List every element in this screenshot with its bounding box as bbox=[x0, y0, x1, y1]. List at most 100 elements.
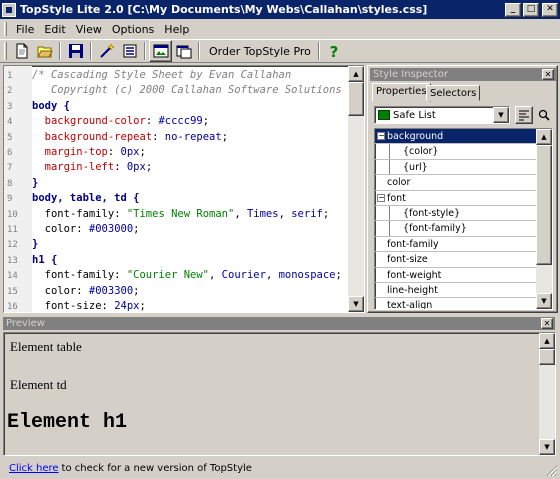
code-line[interactable]: 6 margin-top: 0px; bbox=[4, 145, 350, 160]
code-line[interactable]: 15 color: #003300; bbox=[4, 284, 350, 299]
search-button[interactable] bbox=[535, 106, 553, 124]
preview-close-button[interactable]: ✕ bbox=[541, 318, 553, 329]
open-folder-icon bbox=[36, 46, 53, 58]
code-line[interactable]: 2 Copyright (c) 2000 Callahan Software S… bbox=[4, 83, 350, 98]
toolbar-separator bbox=[144, 42, 146, 60]
menu-grip bbox=[4, 22, 7, 36]
property-row[interactable]: color bbox=[375, 175, 538, 191]
close-button[interactable]: ✕ bbox=[542, 2, 558, 17]
property-row[interactable]: line-height bbox=[375, 283, 538, 299]
menu-view[interactable]: View bbox=[71, 23, 107, 36]
sort-icon bbox=[519, 110, 529, 121]
code-token: font-family: bbox=[32, 269, 127, 282]
code-token: background-repeat bbox=[44, 130, 153, 143]
menu-help[interactable]: Help bbox=[159, 23, 194, 36]
save-button[interactable] bbox=[64, 40, 87, 62]
scroll-thumb[interactable] bbox=[348, 82, 364, 116]
code-token: no-repeat bbox=[164, 130, 222, 143]
code-line[interactable]: 14 font-family: "Courier New", Courier, … bbox=[4, 268, 350, 283]
line-number: 10 bbox=[7, 209, 18, 220]
status-bar: Click here to check for a new version of… bbox=[0, 458, 560, 479]
code-line[interactable]: 13 h1 { bbox=[4, 253, 350, 268]
code-line[interactable]: 9 body, table, td { bbox=[4, 191, 350, 206]
code-token: "Courier New" bbox=[126, 269, 210, 282]
help-icon: ? bbox=[330, 43, 339, 59]
code-line[interactable]: 10 font-family: "Times New Roman", Times… bbox=[4, 207, 350, 222]
open-button[interactable] bbox=[33, 40, 56, 62]
order-topstyle-pro-button[interactable]: Order TopStyle Pro bbox=[205, 41, 315, 61]
property-row[interactable]: text-align bbox=[375, 298, 538, 309]
property-row[interactable]: font-weight bbox=[375, 268, 538, 283]
line-number: 7 bbox=[7, 163, 13, 174]
inspector-close-button[interactable]: ✕ bbox=[542, 69, 554, 80]
preview-scrollbar[interactable]: ▲ ▼ bbox=[539, 333, 555, 455]
new-file-button[interactable] bbox=[10, 40, 33, 62]
check-update-link[interactable]: Click here bbox=[9, 463, 59, 474]
property-row[interactable]: {font-style} bbox=[375, 206, 538, 222]
property-row[interactable]: − background bbox=[375, 129, 538, 145]
code-token: background-color bbox=[44, 115, 146, 128]
maximize-button[interactable]: □ bbox=[523, 2, 539, 17]
code-line[interactable]: 8} bbox=[4, 176, 350, 191]
property-row[interactable]: − font bbox=[375, 191, 538, 206]
scroll-up-button[interactable]: ▲ bbox=[539, 333, 555, 349]
property-row[interactable]: font-size bbox=[375, 252, 538, 268]
line-number: 9 bbox=[7, 194, 13, 205]
collapse-icon[interactable]: − bbox=[377, 132, 385, 140]
code-token: ; bbox=[322, 207, 330, 220]
wizard-button[interactable] bbox=[95, 40, 118, 62]
scroll-thumb[interactable] bbox=[539, 349, 555, 365]
sort-button[interactable] bbox=[515, 106, 533, 124]
code-token: } bbox=[32, 238, 39, 251]
scroll-up-button[interactable]: ▲ bbox=[536, 129, 552, 145]
menu-file[interactable]: File bbox=[11, 23, 39, 36]
toolbar-separator bbox=[198, 42, 200, 60]
tab-selectors[interactable]: Selectors bbox=[426, 85, 481, 101]
code-line[interactable]: 16 font-size: 24px; bbox=[4, 299, 350, 312]
window-button[interactable] bbox=[172, 40, 195, 62]
property-label: font bbox=[387, 192, 406, 204]
list-icon bbox=[123, 44, 136, 58]
scroll-down-button[interactable]: ▼ bbox=[539, 439, 555, 455]
menu-options[interactable]: Options bbox=[107, 23, 159, 36]
code-line[interactable]: 1 /* Cascading Style Sheet by Evan Callah… bbox=[4, 68, 350, 83]
scroll-up-button[interactable]: ▲ bbox=[348, 66, 364, 82]
menu-edit[interactable]: Edit bbox=[39, 23, 70, 36]
scroll-down-button[interactable]: ▼ bbox=[348, 296, 364, 312]
minimize-button[interactable]: _ bbox=[505, 2, 521, 17]
code-editor[interactable]: 1 /* Cascading Style Sheet by Evan Callah… bbox=[3, 65, 365, 313]
code-line[interactable]: 11 color: #003000; bbox=[4, 222, 350, 237]
property-list-scrollbar[interactable]: ▲ ▼ bbox=[536, 129, 552, 309]
save-icon bbox=[68, 44, 83, 58]
inspector-title: Style Inspector bbox=[370, 68, 556, 81]
editor-scrollbar[interactable]: ▲ ▼ bbox=[348, 66, 364, 312]
property-filter-select[interactable]: Safe List ▼ bbox=[374, 106, 510, 124]
code-line[interactable]: 12} bbox=[4, 237, 350, 252]
code-token: , bbox=[278, 207, 292, 220]
style-inspector-panel: Style Inspector ✕ Properties Selectors S… bbox=[367, 65, 558, 313]
toolbar-separator bbox=[90, 42, 92, 60]
code-line[interactable]: 3 body { bbox=[4, 99, 350, 114]
property-row[interactable]: {url} bbox=[375, 159, 538, 176]
scroll-down-button[interactable]: ▼ bbox=[536, 293, 552, 309]
scroll-thumb[interactable] bbox=[536, 145, 552, 265]
help-button[interactable]: ? bbox=[323, 40, 346, 62]
property-row[interactable]: {font-family} bbox=[375, 221, 538, 237]
property-label: color bbox=[387, 177, 411, 189]
code-token: ; bbox=[221, 130, 229, 143]
property-list[interactable]: − background {color} {url} color − font {font-s… bbox=[374, 128, 553, 310]
tab-properties[interactable]: Properties bbox=[372, 83, 431, 102]
property-row[interactable]: font-family bbox=[375, 237, 538, 253]
code-token: ; bbox=[133, 223, 140, 235]
code-line[interactable]: 5 background-repeat: no-repeat; bbox=[4, 130, 350, 145]
collapse-icon[interactable]: − bbox=[377, 193, 385, 202]
resize-grip-icon[interactable] bbox=[546, 465, 558, 477]
list-button[interactable] bbox=[118, 40, 141, 62]
property-row[interactable]: {color} bbox=[375, 144, 538, 160]
chevron-down-icon[interactable]: ▼ bbox=[493, 107, 509, 123]
code-line[interactable]: 4 background-color: #cccc99; bbox=[4, 114, 350, 129]
line-number: 14 bbox=[7, 271, 18, 282]
preview-button[interactable] bbox=[149, 40, 172, 62]
code-line[interactable]: 7 margin-left: 0px; bbox=[4, 160, 350, 175]
